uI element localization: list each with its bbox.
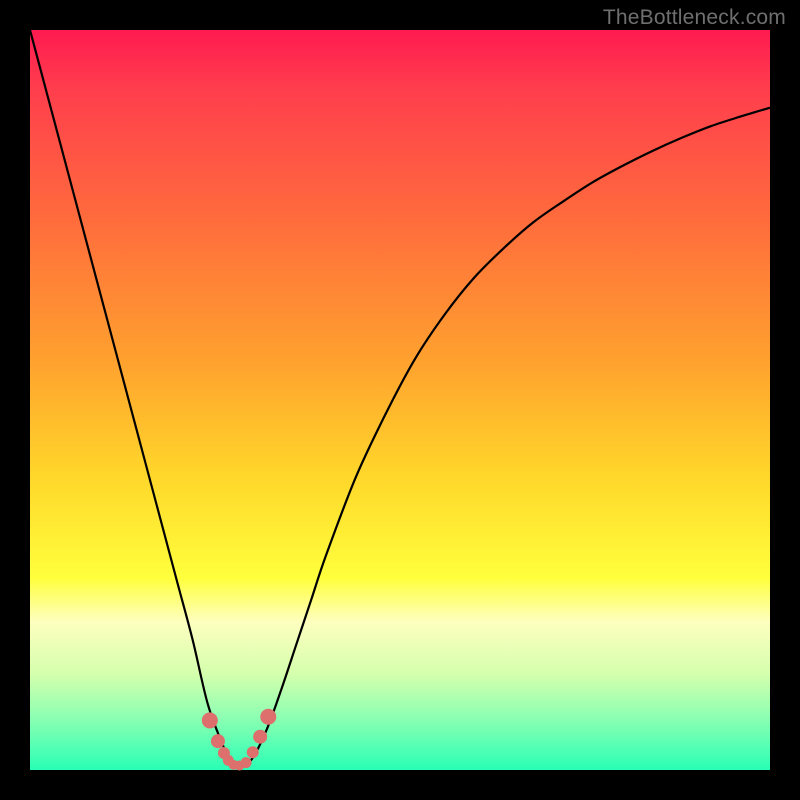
optimum-marker [253, 730, 267, 744]
watermark-text: TheBottleneck.com [603, 6, 786, 30]
optimum-marker [241, 757, 252, 768]
optimum-markers [202, 709, 276, 771]
optimum-marker [211, 734, 225, 748]
bottleneck-curve-chart [30, 30, 770, 770]
optimum-marker [260, 709, 276, 725]
optimum-marker [202, 712, 218, 728]
optimum-marker [247, 746, 259, 758]
chart-frame [30, 30, 770, 770]
curve-line [30, 30, 770, 767]
